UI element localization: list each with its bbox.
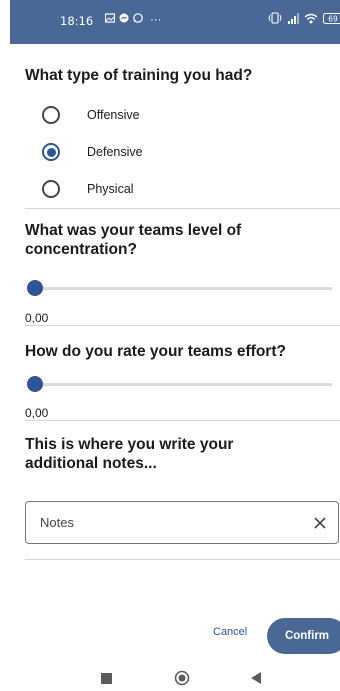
messenger-icon — [119, 13, 129, 26]
training-type-question: What type of training you had? — [25, 67, 253, 84]
concentration-value: 0,00 — [25, 311, 49, 325]
slider-thumb[interactable] — [27, 280, 43, 296]
confirm-button[interactable]: Confirm — [267, 618, 340, 654]
clear-icon[interactable] — [310, 513, 330, 533]
battery-icon: 69 — [323, 12, 340, 27]
radio-physical[interactable]: Physical — [42, 177, 134, 201]
wifi-icon — [304, 13, 318, 27]
divider — [25, 325, 340, 326]
slider-thumb[interactable] — [27, 376, 43, 392]
radio-label: Physical — [87, 182, 134, 196]
status-time: 18:16 — [60, 14, 94, 28]
back-icon[interactable] — [246, 668, 266, 688]
radio-label: Offensive — [87, 108, 140, 122]
system-nav-bar — [0, 662, 340, 691]
recents-icon[interactable] — [96, 668, 116, 688]
effort-question: How do you rate your teams effort? — [25, 343, 286, 360]
status-bar: 18:16 ··· 69 — [10, 0, 340, 44]
notes-field[interactable] — [25, 501, 339, 544]
gallery-icon — [104, 13, 116, 26]
divider — [25, 559, 340, 560]
notes-input[interactable] — [40, 502, 290, 543]
training-form-sheet: What type of training you had? Offensive… — [10, 44, 340, 662]
radio-offensive[interactable]: Offensive — [42, 103, 140, 127]
radio-button[interactable] — [42, 180, 60, 198]
slider-track[interactable] — [27, 383, 332, 386]
slider-track[interactable] — [27, 287, 332, 290]
divider — [25, 208, 340, 209]
whatsapp-icon — [133, 13, 143, 26]
signal-icon — [287, 12, 299, 27]
vibrate-icon — [268, 12, 282, 27]
radio-defensive[interactable]: Defensive — [42, 140, 143, 164]
effort-value: 0,00 — [25, 406, 49, 420]
concentration-slider[interactable] — [27, 279, 332, 297]
radio-button-selected[interactable] — [42, 143, 60, 161]
home-icon[interactable] — [172, 668, 192, 688]
notes-question: This is where you write your additional … — [25, 436, 234, 472]
battery-level: 69 — [328, 14, 338, 23]
concentration-question: What was your teams level of concentrati… — [25, 222, 242, 258]
effort-slider[interactable] — [27, 375, 332, 393]
radio-label: Defensive — [87, 145, 143, 159]
divider — [25, 420, 340, 421]
radio-selected-dot — [46, 147, 56, 157]
cancel-button[interactable]: Cancel — [213, 626, 247, 638]
radio-button[interactable] — [42, 106, 60, 124]
more-indicator: ··· — [150, 13, 162, 26]
